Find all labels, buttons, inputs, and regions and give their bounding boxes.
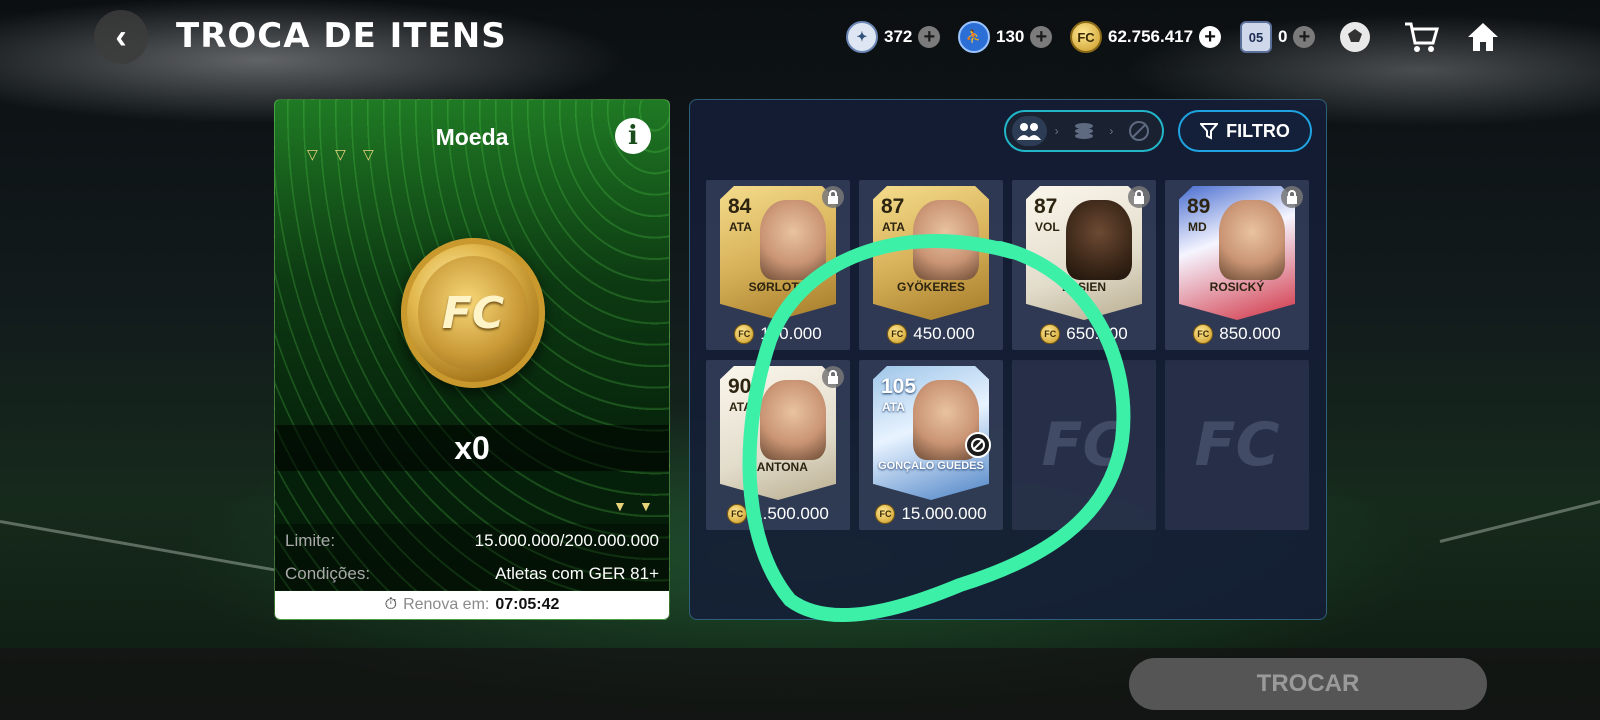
trade-button[interactable]: TROCAR xyxy=(1129,658,1487,710)
annotation-circle xyxy=(742,233,1131,623)
